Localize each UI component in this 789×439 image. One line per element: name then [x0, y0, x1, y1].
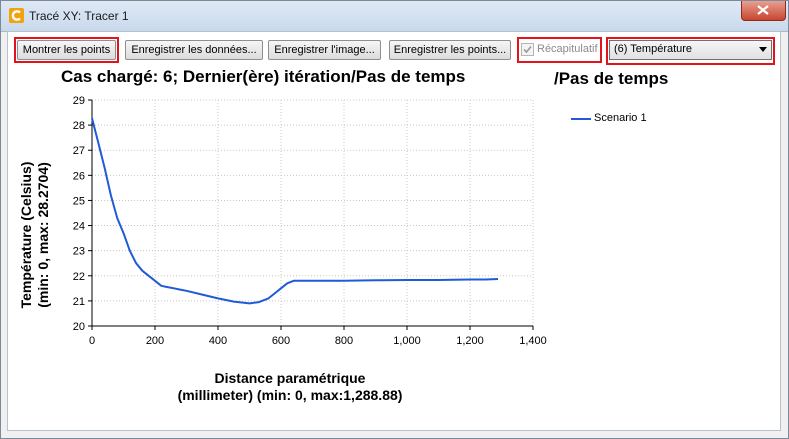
x-tick-label: 400	[209, 335, 227, 347]
y-tick-label: 28	[73, 120, 85, 132]
y-tick-label: 24	[73, 221, 85, 233]
chart-grid	[91, 99, 534, 327]
x-axis-label: Distance paramétrique (millimeter) (min:…	[130, 370, 450, 404]
y-axis-label: Température (Celsius) (min: 0, max: 28.2…	[18, 140, 52, 330]
y-axis-label-line1: Température (Celsius)	[18, 161, 34, 309]
x-axis-label-line1: Distance paramétrique	[214, 370, 366, 386]
legend-label: Scenario 1	[594, 112, 647, 124]
y-tick-label: 25	[73, 195, 85, 207]
y-axis-label-line2: (min: 0, max: 28.2704)	[35, 162, 51, 308]
y-tick-label: 27	[73, 145, 85, 157]
x-tick-label: 800	[335, 335, 353, 347]
chart-ticks: 0 200 400 600 800 1,000 1,200 1,400 20 21 22 23 24 25…	[73, 95, 547, 347]
x-axis-label-line2: (millimeter) (min: 0, max:1,288.88)	[177, 387, 403, 403]
x-tick-label: 1,200	[456, 335, 484, 347]
y-tick-label: 23	[73, 246, 85, 258]
legend-swatch	[571, 118, 591, 120]
y-tick-label: 20	[73, 321, 85, 333]
y-tick-label: 26	[73, 170, 85, 182]
y-tick-label: 21	[73, 296, 85, 308]
y-tick-label: 22	[73, 271, 85, 283]
x-tick-label: 1,400	[519, 335, 547, 347]
y-tick-label: 29	[73, 95, 85, 107]
x-tick-label: 0	[89, 335, 95, 347]
x-tick-label: 600	[272, 335, 290, 347]
x-tick-label: 1,000	[393, 335, 421, 347]
x-tick-label: 200	[146, 335, 164, 347]
